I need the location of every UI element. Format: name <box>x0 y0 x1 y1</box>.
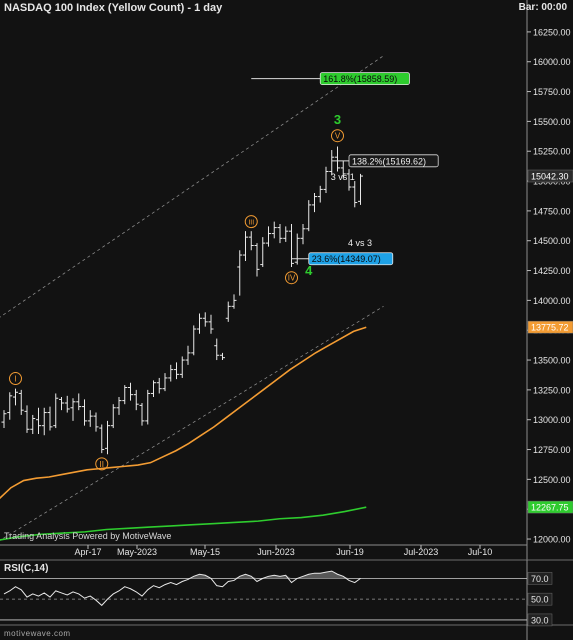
rsi-title: RSI(C,14) <box>4 563 49 574</box>
wave-label: I <box>14 375 16 384</box>
fib-label: 23.6%(14349.07) <box>312 254 381 264</box>
price-axis-tag-label: 15042.30 <box>531 172 569 182</box>
price-tick-label: 16250.00 <box>533 27 571 37</box>
time-tick-label: May-15 <box>190 547 220 557</box>
bar-info: Bar: 00:00 <box>518 2 567 13</box>
fib-label: 138.2%(15169.62) <box>352 156 426 166</box>
price-tick-label: 14500.00 <box>533 236 571 246</box>
time-tick-label: Apr-17 <box>74 547 101 557</box>
wave-label: II <box>100 460 104 469</box>
wave-label: V <box>335 132 341 141</box>
time-tick-label: May-2023 <box>117 547 157 557</box>
chart-title: NASDAQ 100 Index (Yellow Count) - 1 day <box>4 2 223 14</box>
fib-label: 161.8%(15858.59) <box>323 74 397 84</box>
time-tick-label: Jun-19 <box>336 547 364 557</box>
price-tick-label: 12500.00 <box>533 475 571 485</box>
annotation-text: 3 vs 1 <box>331 172 355 182</box>
price-tick-label: 12750.00 <box>533 445 571 455</box>
wave-label-green: 4 <box>305 263 313 278</box>
rsi-tick-label: 70.0 <box>531 574 549 584</box>
time-tick-label: Jul-10 <box>468 547 493 557</box>
price-tick-label: 14000.00 <box>533 296 571 306</box>
price-tick-label: 13500.00 <box>533 356 571 366</box>
time-tick-label: Jun-2023 <box>257 547 295 557</box>
price-axis-tag-label: 12267.75 <box>531 503 569 513</box>
wave-label: III <box>248 220 254 227</box>
wave-label: IV <box>288 274 296 283</box>
rsi-tick-label: 30.0 <box>531 615 549 625</box>
wave-label-green: 3 <box>334 112 341 127</box>
price-tick-label: 15250.00 <box>533 147 571 157</box>
chart-canvas: 161.8%(15858.59) 138.2%(15169.62) 23.6%(14… <box>0 0 573 640</box>
credit-text: Trading Analysis Powered by MotiveWave <box>4 531 172 541</box>
watermark-text: motivewave.com <box>4 629 71 638</box>
time-tick-label: Jul-2023 <box>404 547 439 557</box>
price-tick-label: 12000.00 <box>533 535 571 545</box>
price-tick-label: 13000.00 <box>533 415 571 425</box>
price-tick-label: 16000.00 <box>533 57 571 67</box>
price-tick-label: 14250.00 <box>533 266 571 276</box>
annotation-text: 4 vs 3 <box>348 238 372 248</box>
rsi-tick-label: 50.0 <box>531 595 549 605</box>
price-axis-tag-label: 13775.72 <box>531 323 569 333</box>
price-tick-label: 13250.00 <box>533 385 571 395</box>
price-tick-label: 14750.00 <box>533 206 571 216</box>
price-tick-label: 15750.00 <box>533 87 571 97</box>
price-tick-label: 15500.00 <box>533 117 571 127</box>
